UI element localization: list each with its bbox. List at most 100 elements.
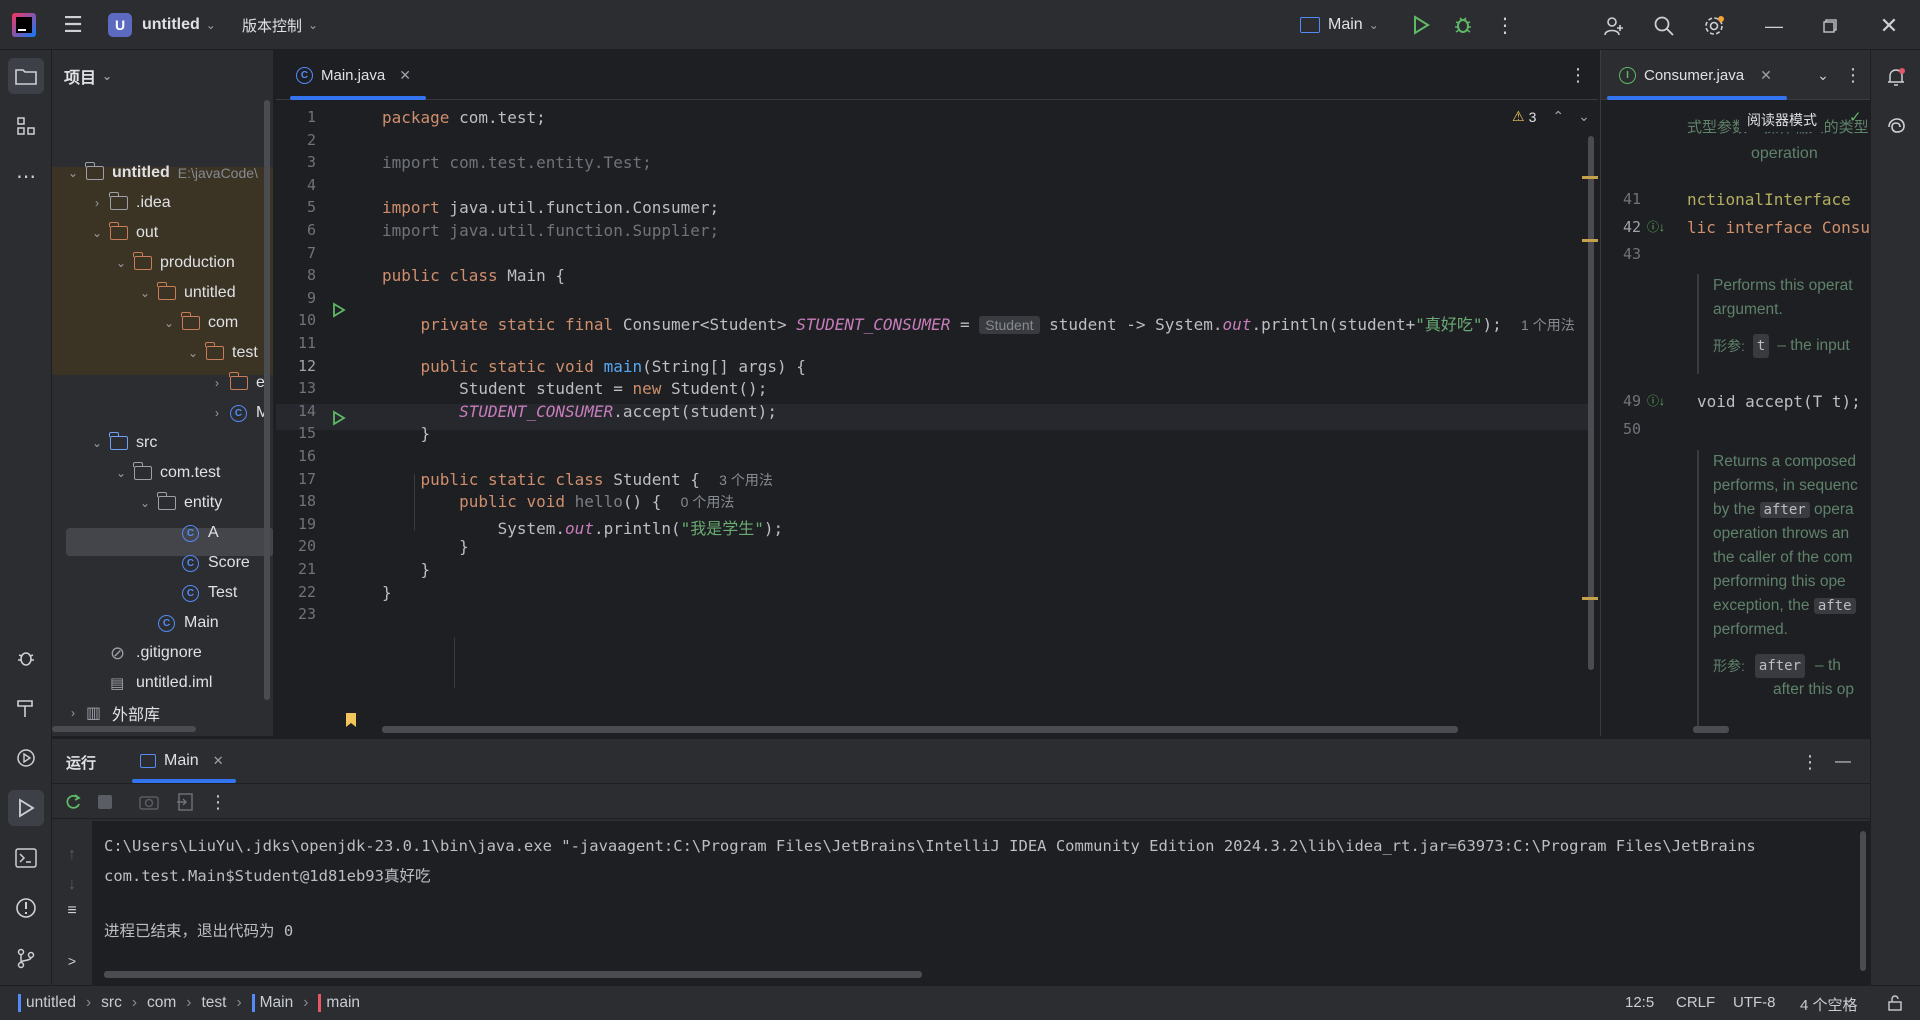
editor-v-scrollbar[interactable] <box>1588 136 1594 670</box>
breadcrumb-item[interactable]: untitled <box>18 994 76 1012</box>
tree-item[interactable]: ⌄ out <box>52 218 273 248</box>
tree-item[interactable]: ⌄ src <box>52 428 273 458</box>
search-icon[interactable] <box>1650 12 1678 40</box>
tree-item[interactable]: C Test <box>52 578 273 608</box>
run-tool-icon[interactable] <box>8 790 44 826</box>
breadcrumb-item[interactable]: src <box>101 994 122 1012</box>
tab-options-icon[interactable]: ⋮ <box>1568 64 1588 86</box>
scroll-up-icon[interactable]: ↑ <box>62 845 82 865</box>
tree-item[interactable]: CA <box>52 518 273 548</box>
tab-main-java[interactable]: C Main.java ✕ <box>282 56 425 94</box>
screenshot-icon[interactable] <box>138 791 160 813</box>
read-only-lock-icon[interactable] <box>1886 994 1904 1012</box>
tree-item[interactable]: ⌄ production <box>52 248 273 278</box>
scroll-down-icon[interactable]: ↓ <box>62 875 82 895</box>
console-v-scrollbar[interactable] <box>1860 831 1866 971</box>
tree-item[interactable]: C Main <box>52 608 273 638</box>
services-icon[interactable] <box>8 740 44 776</box>
terminal-icon[interactable] <box>8 840 44 876</box>
reader-mode-button[interactable]: 阅读器模式 <box>1739 108 1825 132</box>
close-window-icon[interactable]: ✕ <box>1875 12 1903 40</box>
project-h-scrollbar[interactable] <box>52 726 196 732</box>
run-options-icon[interactable]: ⋮ <box>1800 751 1820 773</box>
chevron-down-icon[interactable]: ⌄ <box>114 256 128 270</box>
add-user-icon[interactable] <box>1600 12 1628 40</box>
soft-wrap-icon[interactable]: ≡ <box>62 901 82 921</box>
caret-position[interactable]: 12:5 <box>1625 994 1654 1011</box>
tree-item[interactable]: C Score <box>52 548 273 578</box>
vcs-widget[interactable]: 版本控制 ⌄ <box>242 10 318 40</box>
minimize-icon[interactable]: — <box>1760 12 1788 40</box>
run-tab-main[interactable]: Main ✕ <box>132 743 232 779</box>
tree-item[interactable]: › C M <box>52 398 273 428</box>
project-scrollbar[interactable] <box>264 100 270 700</box>
project-panel-header[interactable]: 项目 ⌄ <box>64 64 112 88</box>
more-tools-icon[interactable]: ⋯ <box>8 158 44 194</box>
close-tab-icon[interactable]: ✕ <box>213 753 224 769</box>
breadcrumb-item[interactable]: Main <box>251 994 293 1012</box>
tree-item[interactable]: › .idea <box>52 188 273 218</box>
chevron-right-icon[interactable]: › <box>210 376 224 390</box>
hide-panel-icon[interactable]: — <box>1832 751 1854 773</box>
chevron-down-icon[interactable]: ⌄ <box>162 316 176 330</box>
run-config-selector[interactable]: Main ⌄ <box>1300 10 1379 40</box>
tree-item[interactable]: ⌄ com <box>52 308 273 338</box>
chevron-down-icon[interactable]: ⌄ <box>90 226 104 240</box>
chevron-down-icon[interactable]: ⌄ <box>186 346 200 360</box>
git-icon[interactable] <box>8 940 44 976</box>
project-switcher[interactable]: U untitled ⌄ <box>108 10 216 40</box>
ai-assistant-icon[interactable] <box>1879 110 1913 144</box>
chevron-down-icon[interactable]: ⌄ <box>1578 108 1590 125</box>
file-encoding[interactable]: UTF-8 <box>1733 994 1776 1011</box>
chevron-down-icon[interactable]: ⌄ <box>66 166 80 180</box>
chevron-up-icon[interactable]: ⌃ <box>1552 108 1564 125</box>
tree-item[interactable]: ⊘ .gitignore <box>52 638 273 668</box>
breadcrumb-item[interactable]: main <box>318 994 360 1012</box>
chevron-down-icon[interactable]: ⌄ <box>1813 64 1833 86</box>
tree-item[interactable]: ›er <box>52 368 273 398</box>
stop-icon[interactable] <box>98 795 112 809</box>
implemented-icon[interactable]: ⓘ↓ <box>1647 218 1665 235</box>
tab-options-icon[interactable]: ⋮ <box>1843 64 1863 86</box>
bookmark-icon[interactable] <box>345 712 357 733</box>
inspection-widget[interactable]: ⚠ 3 ⌃ ⌄ <box>1512 108 1590 125</box>
build-hammer-icon[interactable] <box>8 690 44 726</box>
implemented-icon[interactable]: ⓘ↓ <box>1647 392 1665 409</box>
console-output[interactable]: C:\Users\LiuYu\.jdks\openjdk-23.0.1\bin\… <box>92 821 1870 986</box>
tree-item[interactable]: › ▥ 外部库 <box>52 698 273 728</box>
more-actions-icon[interactable]: ⋮ <box>1492 12 1518 38</box>
intellij-logo-icon[interactable] <box>12 13 36 37</box>
chevron-down-icon[interactable]: ⌄ <box>114 466 128 480</box>
chevron-down-icon[interactable]: ⌄ <box>138 286 152 300</box>
tab-consumer-java[interactable]: I Consumer.java ✕ <box>1605 56 1786 94</box>
chevron-right-icon[interactable]: › <box>90 196 104 210</box>
close-tab-icon[interactable]: ✕ <box>399 67 411 84</box>
editor-h-scrollbar[interactable] <box>382 726 1458 733</box>
run-icon[interactable] <box>1408 12 1434 38</box>
debug-icon[interactable] <box>1450 12 1476 38</box>
debug-tool-icon[interactable] <box>8 640 44 676</box>
project-folder-icon[interactable] <box>8 58 44 94</box>
tree-item[interactable]: ⌄ entity <box>52 488 273 518</box>
expand-chevron-icon[interactable]: > <box>62 951 82 971</box>
chevron-right-icon[interactable]: › <box>210 406 224 420</box>
settings-gear-icon[interactable] <box>1700 12 1728 40</box>
chevron-right-icon[interactable]: › <box>66 706 80 720</box>
rerun-icon[interactable] <box>62 791 84 813</box>
restore-icon[interactable] <box>1816 12 1844 40</box>
run-gutter-icon[interactable] <box>332 302 346 323</box>
tree-item[interactable]: ⌄ test <box>52 338 273 368</box>
tree-item[interactable]: ⌄ untitled <box>52 278 273 308</box>
chevron-down-icon[interactable]: ⌄ <box>90 436 104 450</box>
chevron-down-icon[interactable]: ⌄ <box>138 496 152 510</box>
problems-icon[interactable] <box>8 890 44 926</box>
line-separator[interactable]: CRLF <box>1676 994 1715 1011</box>
right-h-scrollbar[interactable] <box>1693 726 1729 733</box>
more-icon[interactable]: ⋮ <box>208 791 228 813</box>
indent-setting[interactable]: 4 个空格 <box>1800 994 1858 1015</box>
run-gutter-icon[interactable] <box>332 410 346 431</box>
main-menu-icon[interactable]: ☰ <box>60 12 86 38</box>
console-h-scrollbar[interactable] <box>104 971 922 978</box>
notifications-bell-icon[interactable] <box>1879 60 1913 94</box>
tree-item[interactable]: ⌄ untitled E:\javaCode\ <box>52 158 273 188</box>
